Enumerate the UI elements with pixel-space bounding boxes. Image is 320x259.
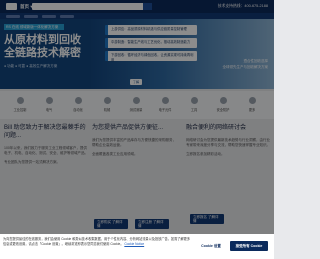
cookie-message: 为向您提供最佳的在线服务，我们会使用 Cookie 和类似技术收集数据，用于个性…: [3, 237, 191, 246]
accept-all-cookies-button[interactable]: 接受所有 Cookie: [230, 241, 268, 251]
cookie-notice-link[interactable]: Cookie Notice: [124, 242, 144, 246]
cookie-text: 为向您提供最佳的在线服务，我们会使用 Cookie 和类似技术收集数据，用于个性…: [3, 237, 193, 246]
cookie-settings-button[interactable]: Cookie 设置: [198, 242, 224, 250]
modal-overlay: [0, 0, 274, 259]
cookie-banner: 为向您提供最佳的在线服务，我们会使用 Cookie 和类似技术收集数据，用于个性…: [0, 234, 274, 259]
